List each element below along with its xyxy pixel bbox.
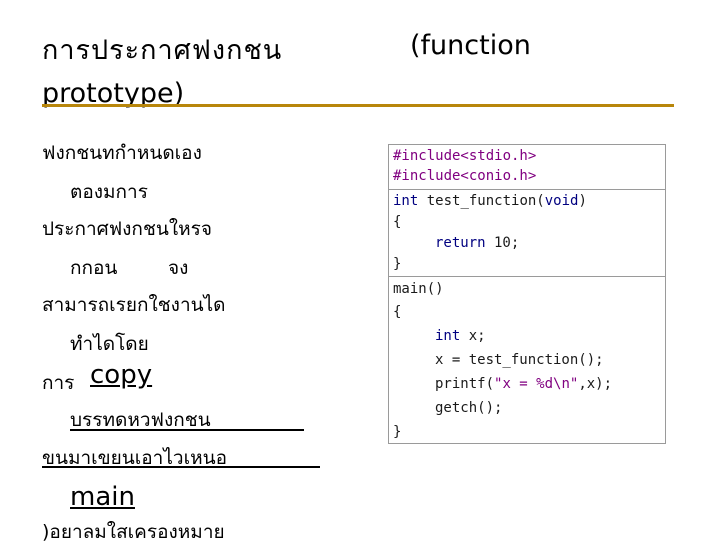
body-line-4b: จง xyxy=(168,257,189,279)
code-main-close-brace: } xyxy=(393,424,402,440)
body-line-10-main: main xyxy=(70,482,135,512)
code-assignment: x = test_function(); xyxy=(435,352,604,368)
underline-line-9 xyxy=(42,466,320,468)
body-line-7b-copy: copy xyxy=(90,360,153,390)
code-section-function: int test_function(void) { return 10; } xyxy=(389,190,665,277)
code-getch: getch(); xyxy=(435,400,503,416)
body-line-5: สามารถเรยกใชงานได xyxy=(42,294,226,316)
code-function-open-brace: { xyxy=(393,214,402,230)
body-line-2: ตองมการ xyxy=(70,181,148,203)
code-include-conio: #include<conio.h> xyxy=(393,168,537,184)
code-section-includes: #include<stdio.h> #include<conio.h> xyxy=(389,145,665,190)
body-line-6: ทำไดโดย xyxy=(70,333,149,355)
code-section-main: main() { int x; x = test_function(); pri… xyxy=(389,278,665,443)
code-main-signature: main() xyxy=(393,281,444,297)
code-return-statement: return 10; xyxy=(435,235,520,251)
title-underline-rule xyxy=(42,104,674,107)
code-function-signature: int test_function(void) xyxy=(393,193,587,209)
body-line-4a: กกอน xyxy=(70,257,118,279)
body-line-9: ขนมาเขยนเอาไวเหนอ xyxy=(42,447,227,469)
slide: การประกาศฟงกชน (function prototype) ฟงกช… xyxy=(0,0,720,543)
code-declaration: int x; xyxy=(435,328,486,344)
body-line-7a: การ xyxy=(42,372,75,394)
code-function-close-brace: } xyxy=(393,256,402,272)
slide-title-line-1: การประกาศฟงกชน xyxy=(42,35,283,66)
slide-title-part-right: (function xyxy=(410,30,531,61)
body-line-1: ฟงกชนทกำหนดเอง xyxy=(42,142,202,164)
code-main-open-brace: { xyxy=(393,304,402,320)
code-listing: #include<stdio.h> #include<conio.h> int … xyxy=(388,144,666,444)
code-include-stdio: #include<stdio.h> xyxy=(393,148,537,164)
body-line-11: )อยาลมใสเครองหมาย xyxy=(42,521,225,543)
body-line-3: ประกาศฟงกชนใหรจ xyxy=(42,218,212,240)
underline-line-8 xyxy=(70,429,304,431)
code-printf: printf("x = %d\n",x); xyxy=(435,376,613,392)
